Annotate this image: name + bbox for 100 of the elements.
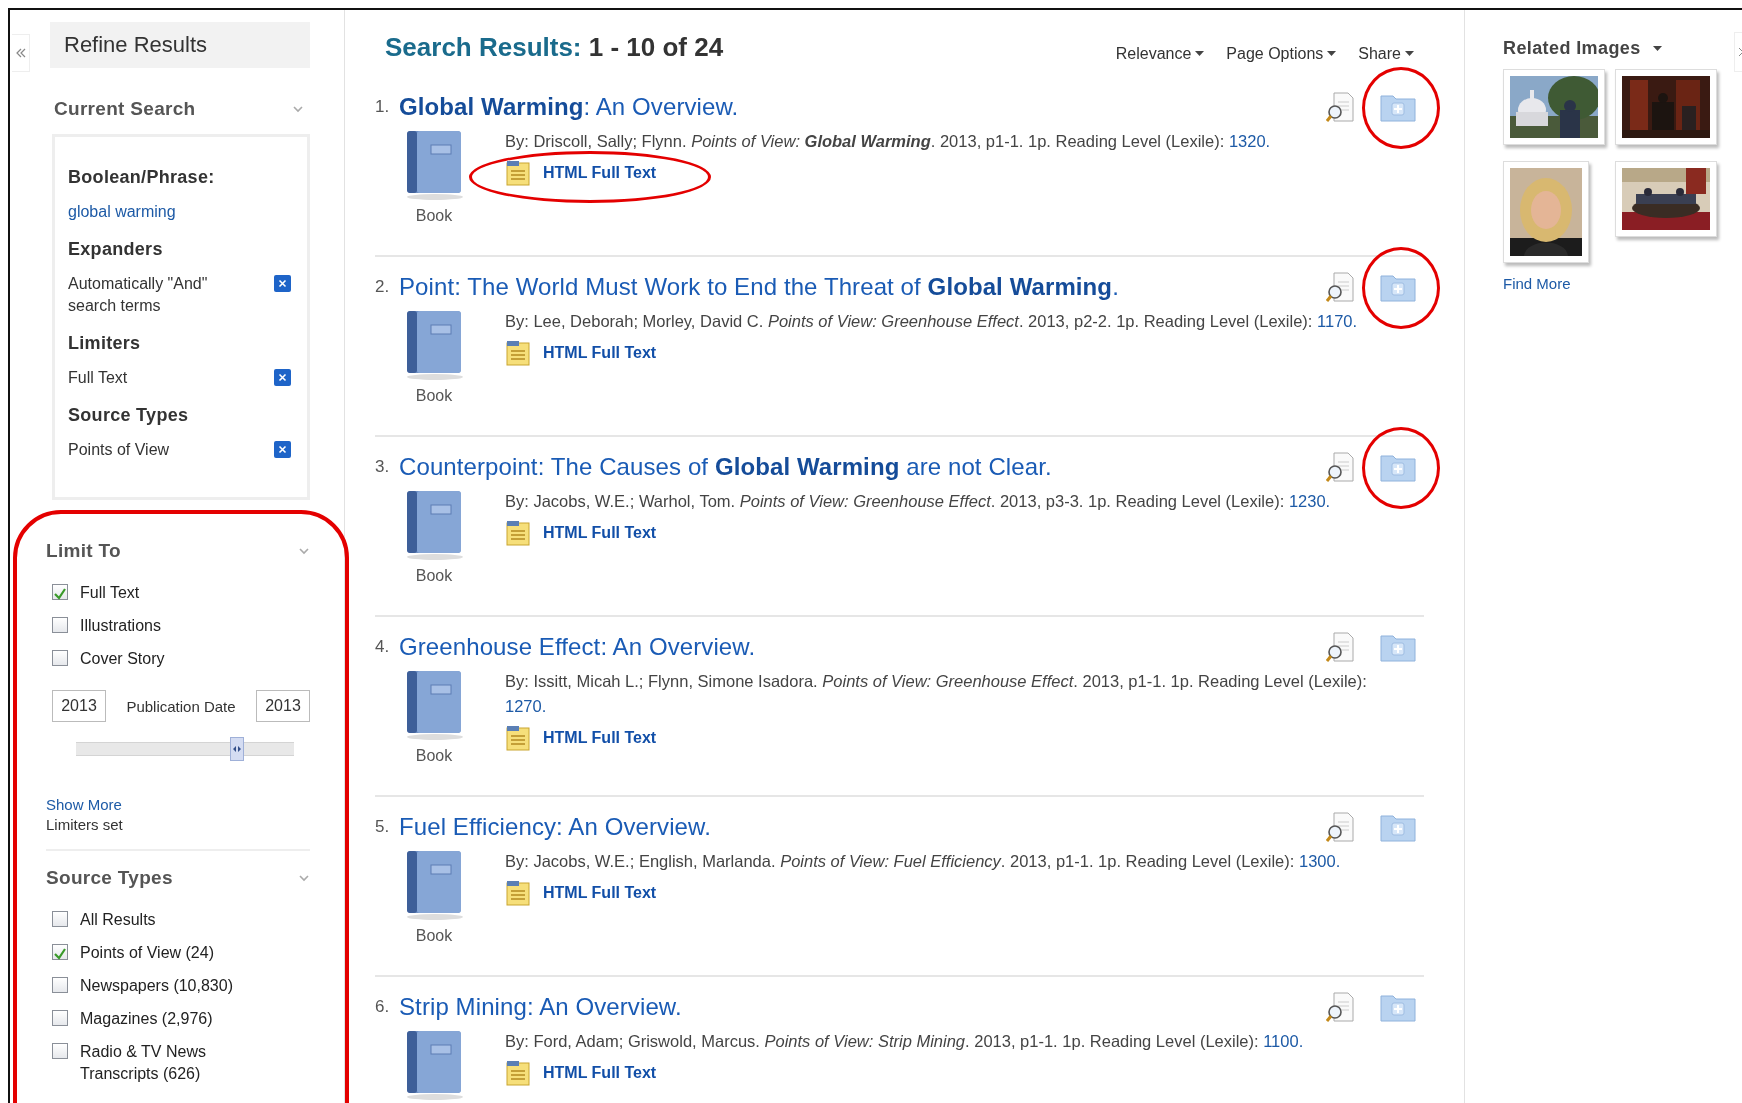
- add-to-folder-icon[interactable]: [1380, 92, 1416, 122]
- remove-icon[interactable]: [274, 275, 291, 292]
- image-thumbnail[interactable]: [1503, 69, 1605, 145]
- dropdown-button[interactable]: Relevance: [1115, 45, 1205, 63]
- collapse-button[interactable]: [12, 34, 30, 72]
- lexile-link[interactable]: 1230.: [1288, 492, 1331, 510]
- preview-icon[interactable]: [1326, 812, 1354, 842]
- lexile-link[interactable]: 1100.: [1263, 1032, 1304, 1050]
- results-range: 1 - 10 of 24: [588, 32, 724, 62]
- slider-handle[interactable]: [230, 737, 245, 761]
- results-heading: Search Results:: [385, 32, 582, 62]
- preview-icon[interactable]: [1326, 992, 1354, 1022]
- result-number: 2.: [375, 277, 391, 297]
- document-icon: [505, 880, 531, 906]
- document-icon: [505, 725, 531, 751]
- result-number: 3.: [375, 457, 391, 477]
- double-chevron-left-icon: [15, 48, 26, 58]
- group-heading: Expanders: [68, 239, 164, 260]
- full-text-link[interactable]: HTML Full Text: [505, 1060, 657, 1086]
- remove-icon[interactable]: [274, 441, 291, 458]
- result-title-link[interactable]: Global Warming: An Overview.: [399, 93, 1326, 121]
- document-type-label: Book: [415, 207, 453, 225]
- result-title-link[interactable]: Fuel Efficiency: An Overview.: [399, 813, 1326, 841]
- preview-icon[interactable]: [1326, 272, 1354, 302]
- result-title-link[interactable]: Greenhouse Effect: An Overview.: [399, 633, 1326, 661]
- remove-icon[interactable]: [274, 369, 291, 386]
- citation-text: By: Ford, Adam; Griswold, Marcus. Points of View: Strip Mining. 2013, p1-1. 1p. Reading Level (Lexile): 1100.: [505, 1031, 1305, 1052]
- citation-text: By: Jacobs, W.E.; Warhol, Tom. Points of View: Greenhouse Effect. 2013, p3-3. 1p. Reading Level (Lexile): 1230.: [505, 491, 1332, 512]
- document-type-label: Book: [415, 387, 453, 405]
- group-heading: Source Types: [68, 405, 190, 426]
- caret-icon: [1652, 45, 1662, 52]
- checkbox[interactable]: [52, 911, 68, 927]
- document-type-label: Book: [415, 747, 453, 765]
- checkbox[interactable]: [52, 650, 68, 666]
- checkbox-label: Illustrations: [80, 616, 161, 636]
- lexile-link[interactable]: 1270.: [505, 697, 547, 715]
- full-text-link[interactable]: HTML Full Text: [505, 880, 657, 906]
- caret-icon: [1405, 51, 1414, 57]
- checkbox[interactable]: [52, 1010, 68, 1026]
- image-thumbnail[interactable]: [1615, 69, 1717, 145]
- document-icon: [505, 520, 531, 546]
- checkbox[interactable]: [52, 617, 68, 633]
- result-number: 6.: [375, 997, 391, 1017]
- checkbox-label: Points of View (24): [80, 943, 214, 963]
- caret-icon: [1327, 51, 1337, 57]
- add-to-folder-icon[interactable]: [1380, 272, 1416, 302]
- filter-label: Points of View: [68, 440, 170, 460]
- checkbox[interactable]: [52, 944, 68, 960]
- show-more-link[interactable]: Show More: [46, 796, 122, 813]
- date-from-field[interactable]: 2013: [52, 690, 106, 722]
- chevron-down-icon[interactable]: [298, 874, 310, 882]
- chevron-down-icon[interactable]: [298, 547, 310, 555]
- chevron-down-icon[interactable]: [292, 105, 304, 113]
- full-text-link[interactable]: HTML Full Text: [505, 725, 657, 751]
- checkbox[interactable]: [52, 977, 68, 993]
- image-thumbnail[interactable]: [1615, 161, 1717, 237]
- result-title-link[interactable]: Point: The World Must Work to End the Threat of Global Warming.: [399, 273, 1326, 301]
- section-heading: Related Images: [1503, 38, 1641, 59]
- preview-icon[interactable]: [1326, 452, 1354, 482]
- filter-label: Full Text: [68, 368, 128, 388]
- lexile-link[interactable]: 1320.: [1228, 132, 1271, 150]
- find-more-link[interactable]: Find More: [1503, 275, 1571, 292]
- result-title-link[interactable]: Strip Mining: An Overview.: [399, 993, 1326, 1021]
- section-heading: Limit To: [46, 540, 121, 562]
- checkbox[interactable]: [52, 1043, 68, 1059]
- result-number: 4.: [375, 637, 391, 657]
- group-heading: Boolean/Phrase:: [68, 167, 216, 188]
- add-to-folder-icon[interactable]: [1380, 812, 1416, 842]
- dropdown-button[interactable]: Share: [1358, 45, 1414, 63]
- status-text: Limiters set: [46, 816, 124, 833]
- document-type-label: Book: [415, 927, 453, 945]
- add-to-folder-icon[interactable]: [1380, 632, 1416, 662]
- result-number: 1.: [375, 97, 391, 117]
- full-text-link[interactable]: HTML Full Text: [505, 520, 657, 546]
- chevron-right-icon: [1737, 47, 1742, 57]
- lexile-link[interactable]: 1170.: [1317, 312, 1358, 330]
- checkbox-label: Cover Story: [80, 649, 165, 669]
- section-heading: Current Search: [54, 98, 196, 120]
- preview-icon[interactable]: [1326, 92, 1354, 122]
- group-heading: Limiters: [68, 333, 142, 354]
- document-icon: [505, 160, 531, 186]
- preview-icon[interactable]: [1326, 632, 1354, 662]
- citation-text: By: Jacobs, W.E.; English, Marlanda. Points of View: Fuel Efficiency. 2013, p1-1. 1p. Reading Level (Lexile): 1300.: [505, 851, 1342, 872]
- full-text-link[interactable]: HTML Full Text: [505, 160, 657, 186]
- add-to-folder-icon[interactable]: [1380, 992, 1416, 1022]
- full-text-link[interactable]: HTML Full Text: [505, 340, 657, 366]
- lexile-link[interactable]: 1300.: [1298, 852, 1341, 870]
- document-type-label: Book: [415, 567, 453, 585]
- citation-text: By: Driscoll, Sally; Flynn. Points of View: Global Warming. 2013, p1-1. 1p. Reading Level (Lexile): 1320.: [505, 131, 1272, 152]
- result-title-link[interactable]: Counterpoint: The Causes of Global Warming are not Clear.: [399, 453, 1326, 481]
- search-term-link[interactable]: global warming: [68, 201, 176, 223]
- dropdown-button[interactable]: Page Options: [1226, 45, 1337, 63]
- date-to-field[interactable]: 2013: [256, 690, 310, 722]
- checkbox-label: Radio & TV News Transcripts (626): [80, 1042, 207, 1084]
- caret-icon: [1195, 51, 1205, 57]
- checkbox-label: Magazines (2,976): [80, 1009, 213, 1029]
- image-thumbnail[interactable]: [1503, 161, 1589, 263]
- add-to-folder-icon[interactable]: [1380, 452, 1416, 482]
- checkbox-label: Newspapers (10,830): [80, 976, 233, 996]
- checkbox[interactable]: [52, 584, 68, 600]
